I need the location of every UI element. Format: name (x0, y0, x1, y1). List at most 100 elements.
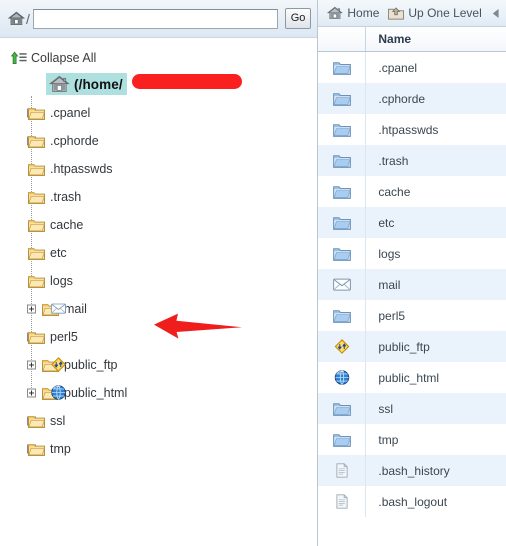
tree-item-label: .cphorde (50, 134, 99, 148)
collapse-all-button[interactable]: Collapse All (11, 47, 317, 69)
file-icon-cell (318, 331, 367, 362)
folder-icon (28, 134, 45, 148)
tree-root-node[interactable]: (/home/ (46, 71, 317, 97)
tree-item-htpasswds[interactable]: .htpasswds (0, 155, 317, 183)
column-header-icon (318, 27, 367, 51)
folder-icon (28, 162, 45, 176)
table-row[interactable]: .trash (318, 145, 506, 176)
tree-item-label: cache (50, 218, 84, 232)
column-header-name[interactable]: Name (366, 32, 506, 46)
folder-icon (28, 190, 45, 204)
home-icon (49, 75, 70, 93)
table-row[interactable]: public_html (318, 362, 506, 393)
table-row[interactable]: .cpanel (318, 52, 506, 83)
file-name-cell: .bash_logout (378, 494, 448, 509)
table-row[interactable]: .bash_logout (318, 486, 506, 517)
file-icon-cell (318, 269, 367, 300)
table-row[interactable]: mail (318, 269, 506, 300)
folder-icon (28, 274, 45, 288)
folder-icon (28, 246, 45, 260)
ftp-icon (333, 339, 351, 354)
file-icon-cell (318, 114, 367, 145)
tree-item-label: mail (64, 302, 87, 316)
table-row[interactable]: public_ftp (318, 331, 506, 362)
path-bar: / Go (0, 0, 318, 38)
tree-item-etc[interactable]: etc (0, 239, 317, 267)
file-list-rows: .cpanel .cphorde .htpasswds .trash cache etc l… (318, 52, 506, 517)
file-name-cell: cache (378, 184, 411, 199)
file-icon-cell (318, 145, 367, 176)
path-separator: / (26, 10, 30, 27)
file-name-cell: etc (378, 215, 395, 230)
table-row[interactable]: tmp (318, 424, 506, 455)
file-name-cell: .bash_history (378, 463, 450, 478)
file-name-cell: logs (378, 246, 401, 261)
table-row[interactable]: logs (318, 238, 506, 269)
file-name-cell: perl5 (378, 308, 406, 323)
tree-item-trash[interactable]: .trash (0, 183, 317, 211)
back-arrow-icon[interactable] (491, 8, 500, 19)
envelope-icon (51, 301, 66, 316)
home-button[interactable]: Home (327, 6, 379, 20)
folder-icon (28, 330, 45, 344)
folder-icon (333, 91, 351, 106)
tree-item-cpanel[interactable]: .cpanel (0, 99, 317, 127)
tree-list: .cpanel .cphorde .htpasswds .trash cache etc l… (0, 99, 317, 463)
table-row[interactable]: .cphorde (318, 83, 506, 114)
tree-item-public-html[interactable]: public_html (0, 379, 317, 407)
file-list-header: Name (318, 27, 506, 52)
tree-root-highlight: (/home/ (46, 73, 127, 95)
tree-item-tmp[interactable]: tmp (0, 435, 317, 463)
file-icon-cell (318, 83, 367, 114)
tree-item-label: logs (50, 274, 73, 288)
annotation-arrow-icon (152, 309, 244, 341)
tree-item-label: .cpanel (50, 106, 91, 120)
globe-icon (333, 370, 351, 385)
table-row[interactable]: cache (318, 176, 506, 207)
expand-toggle-icon[interactable] (27, 360, 36, 370)
tree-item-logs[interactable]: logs (0, 267, 317, 295)
table-row[interactable]: .htpasswds (318, 114, 506, 145)
file-icon-cell (318, 362, 367, 393)
collapse-all-icon (11, 51, 27, 65)
folder-icon (28, 106, 45, 120)
file-list-pane: Home Up One Level Name .cpanel .cphorde .h… (317, 0, 506, 546)
tree-item-ssl[interactable]: ssl (0, 407, 317, 435)
globe-icon (51, 385, 66, 400)
path-input[interactable] (32, 8, 278, 29)
expand-toggle-icon[interactable] (27, 304, 36, 314)
tree-item-cache[interactable]: cache (0, 211, 317, 239)
tree-item-public-ftp[interactable]: public_ftp (0, 351, 317, 379)
expand-toggle-icon[interactable] (27, 388, 36, 398)
file-icon-cell (318, 176, 367, 207)
file-list-toolbar: Home Up One Level (318, 0, 506, 27)
file-icon (333, 463, 351, 478)
folder-icon (333, 184, 351, 199)
go-button[interactable]: Go (284, 8, 312, 29)
folder-icon (28, 274, 45, 288)
tree-item-label: ssl (50, 414, 66, 428)
folder-icon (42, 386, 59, 400)
file-icon-cell (318, 207, 367, 238)
table-row[interactable]: ssl (318, 393, 506, 424)
table-row[interactable]: etc (318, 207, 506, 238)
home-icon (8, 11, 25, 26)
file-name-cell: .trash (378, 153, 409, 168)
file-icon-cell (318, 455, 367, 486)
tree-root-label: (/home/ (74, 76, 123, 92)
file-icon (333, 494, 351, 509)
file-icon-cell (318, 52, 367, 83)
folder-icon (28, 134, 45, 148)
file-name-cell: public_ftp (378, 339, 430, 354)
file-name-cell: mail (378, 277, 401, 292)
tree-item-cphorde[interactable]: .cphorde (0, 127, 317, 155)
table-row[interactable]: perl5 (318, 300, 506, 331)
tree-item-label: .trash (50, 190, 82, 204)
file-name-cell: .cphorde (378, 91, 426, 106)
folder-icon (333, 215, 351, 230)
folder-icon (28, 106, 45, 120)
file-name-cell: tmp (378, 432, 399, 447)
table-row[interactable]: .bash_history (318, 455, 506, 486)
up-one-level-button[interactable]: Up One Level (388, 6, 482, 20)
file-name-cell: ssl (378, 401, 394, 416)
